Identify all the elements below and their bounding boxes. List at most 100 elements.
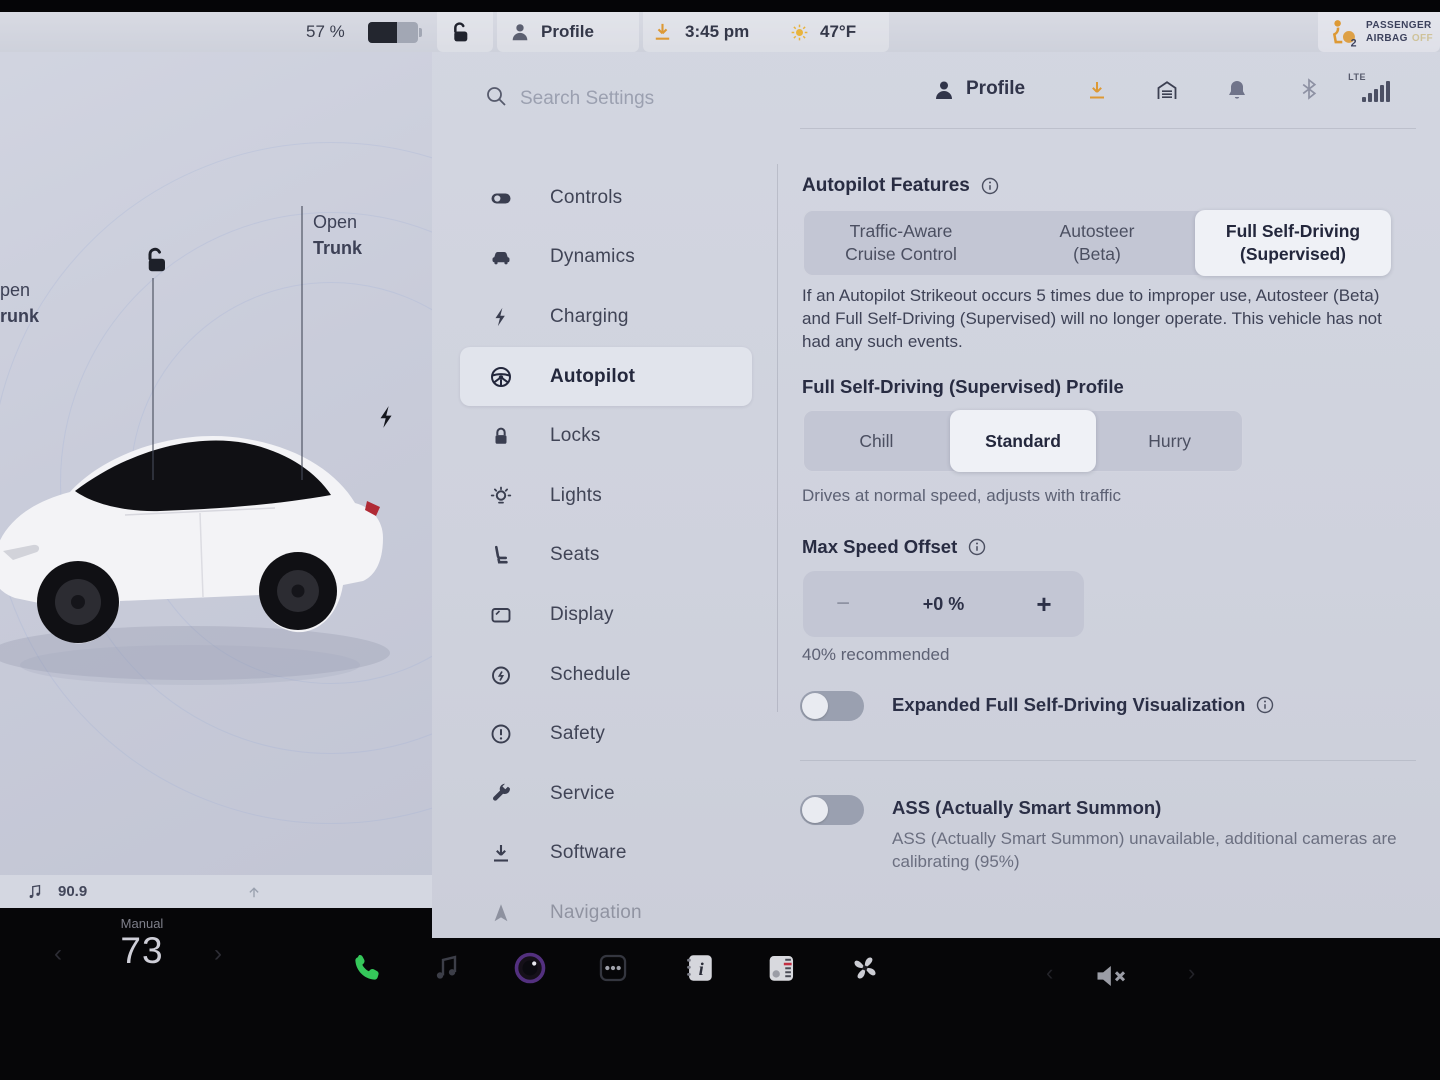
tab-standard[interactable]: Standard [950,410,1097,472]
bluetooth-icon[interactable] [1297,77,1321,101]
summon-status-text: ASS (Actually Smart Summon) unavailable,… [892,827,1412,873]
padlock-icon [488,423,514,449]
headlight-icon [488,483,514,509]
profile-icon[interactable] [932,78,956,102]
search-input[interactable] [518,76,852,122]
settings-panel: Profile LTE Controls Dynamics Charging [432,12,1440,938]
section-divider [800,760,1416,761]
airbag-off-state: OFF [1412,33,1433,44]
recommended-note: 40% recommended [802,645,949,665]
sidebar-item-navigation[interactable]: Navigation [460,883,752,938]
navigation-arrow-icon [488,900,514,926]
status-bar: 57 % Profile 3:45 pm 47°F 2 PASSENGER AI… [0,12,1440,52]
autopilot-features-title: Autopilot Features [802,175,970,197]
sidebar-item-display[interactable]: Display [460,585,752,645]
dashcam-icon[interactable] [510,948,550,988]
fsd-profile-tabs: Chill Standard Hurry [803,410,1243,472]
owners-manual-icon[interactable]: i [679,948,719,988]
notifications-bell-icon[interactable] [1225,78,1249,102]
sidebar-item-lights[interactable]: Lights [460,466,752,526]
open-trunk-line1: Open [313,209,362,235]
header-profile-button[interactable]: Profile [966,75,1025,103]
climate-control[interactable]: Manual 73 [62,916,222,971]
info-icon[interactable] [980,176,1000,196]
music-note-icon [26,883,44,901]
car-icon [488,244,514,270]
tab-chill[interactable]: Chill [803,410,950,472]
passenger-airbag-icon: 2 [1326,16,1360,50]
open-trunk-line2: Trunk [313,235,362,261]
sidebar-item-schedule[interactable]: Schedule [460,645,752,705]
sidebar-item-controls[interactable]: Controls [460,168,752,228]
software-update-icon[interactable] [1085,78,1109,102]
volume-up-chevron-icon[interactable]: › [1188,960,1195,986]
sidebar-item-software[interactable]: Software [460,824,752,884]
controls-toggle-icon [488,185,514,211]
sidebar-item-service[interactable]: Service [460,764,752,824]
pointer-line [301,206,303,480]
header-divider [800,128,1416,129]
svg-text:2: 2 [1351,37,1357,49]
climate-next-chevron-icon[interactable]: › [214,934,222,974]
info-icon[interactable] [1255,695,1275,715]
more-apps-icon[interactable] [593,948,633,988]
info-icon[interactable] [967,537,987,557]
volume-down-chevron-icon[interactable]: ‹ [1046,960,1053,986]
settings-sidebar: Controls Dynamics Charging Autopilot Loc… [460,168,752,938]
battery-percent: 57 % [306,12,345,52]
seat-icon [488,542,514,568]
open-frunk-button-clipped[interactable]: pen runk [0,277,39,329]
tab-full-self-driving-supervised[interactable]: Full Self-Driving (Supervised) [1195,210,1391,276]
lte-signal-icon: LTE [1344,74,1390,104]
profile-description: Drives at normal speed, adjusts with tra… [802,486,1121,506]
sidebar-item-seats[interactable]: Seats [460,526,752,586]
lightning-icon [488,304,514,330]
smart-summon-toggle[interactable] [800,795,864,825]
sidebar-item-locks[interactable]: Locks [460,406,752,466]
expanded-fsd-visualization-toggle[interactable] [800,691,864,721]
homelink-garage-icon[interactable] [1155,78,1179,102]
climate-temperature[interactable]: 73 [62,931,222,971]
summon-toggle-label: ASS (Actually Smart Summon) [892,797,1161,819]
tesla-touchscreen: Manual 73 ‹ › i ‹ › [0,0,1440,1080]
expand-up-arrow-icon[interactable] [245,883,263,901]
passenger-airbag-label: PASSENGER AIRBAGOFF [1366,19,1433,45]
download-icon [488,840,514,866]
wrench-icon [488,781,514,807]
car-image [0,355,405,685]
tab-autosteer-beta[interactable]: Autosteer (Beta) [999,210,1195,276]
media-mini-player[interactable]: 90.9 [0,875,432,908]
fsd-profile-title: Full Self-Driving (Supervised) Profile [802,376,1124,398]
profile-icon [509,21,531,43]
radio-station: 90.9 [58,883,87,900]
sidebar-item-charging[interactable]: Charging [460,287,752,347]
increase-button[interactable]: + [1004,589,1084,620]
outside-temperature[interactable]: 47°F [820,12,856,52]
svg-text:i: i [699,959,705,979]
tab-traffic-aware-cruise-control[interactable]: Traffic-Aware Cruise Control [803,210,999,276]
autopilot-features-tabs: Traffic-Aware Cruise Control Autosteer (… [803,210,1391,276]
sidebar-item-safety[interactable]: Safety [460,704,752,764]
pointer-line [152,278,154,480]
battery-icon [368,22,418,43]
radio-tuner-icon[interactable] [761,948,801,988]
vehicle-unlock-icon[interactable] [447,20,472,50]
charge-port-lightning-icon[interactable] [374,404,400,435]
music-icon[interactable] [427,948,467,988]
max-speed-offset-stepper: − +0 % + [803,571,1084,637]
software-update-icon[interactable] [651,20,674,43]
climate-fan-icon[interactable] [845,948,885,988]
sidebar-item-autopilot[interactable]: Autopilot [460,347,752,407]
statusbar-profile-tab[interactable]: Profile [541,12,594,52]
decrease-button[interactable]: − [803,590,883,618]
max-speed-offset-title-row: Max Speed Offset [802,536,987,558]
phone-icon[interactable] [347,948,387,988]
mute-icon[interactable] [1090,956,1130,996]
schedule-clock-icon [488,662,514,688]
tab-hurry[interactable]: Hurry [1096,410,1243,472]
climate-prev-chevron-icon[interactable]: ‹ [54,934,62,974]
unlock-icon[interactable] [140,245,170,280]
open-trunk-button[interactable]: Open Trunk [313,209,362,261]
clock[interactable]: 3:45 pm [685,12,749,52]
sidebar-item-dynamics[interactable]: Dynamics [460,228,752,288]
